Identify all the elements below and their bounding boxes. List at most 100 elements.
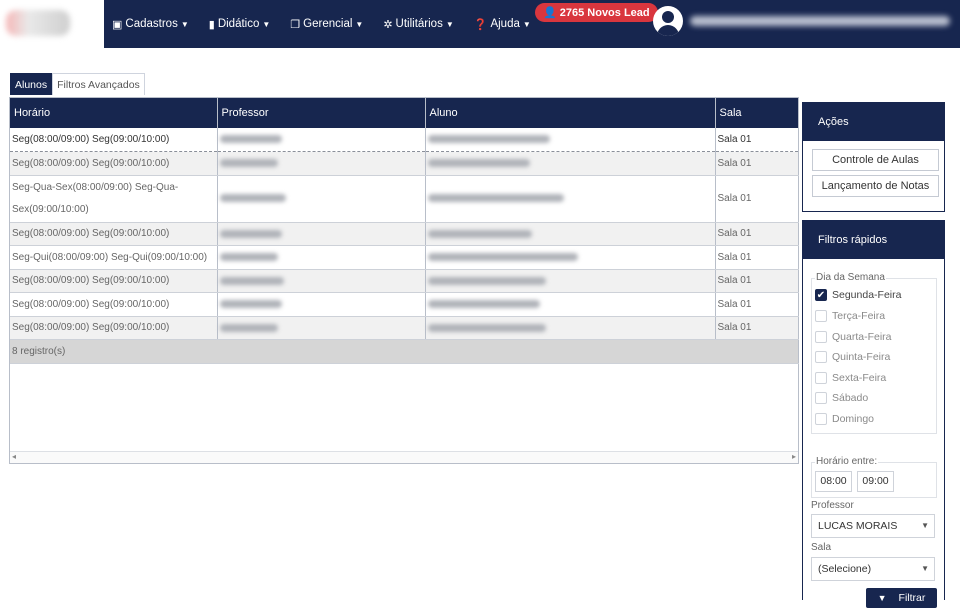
help-icon: ❓ xyxy=(473,18,488,31)
weekday-fieldset: Dia da Semana ✔ Segunda-Feira Terça-Feira… xyxy=(811,272,937,434)
cell-horario: Seg(08:00/09:00) Seg(09:00/10:00) xyxy=(10,269,218,293)
cell-aluno-redacted xyxy=(425,222,716,246)
cell-horario: Seg(08:00/09:00) Seg(09:00/10:00) xyxy=(10,292,218,317)
checkmark-icon: ✔ xyxy=(815,289,827,301)
checkbox-quinta[interactable]: Quinta-Feira xyxy=(815,351,890,363)
table-row[interactable]: Seg(08:00/09:00) Seg(09:00/10:00) Sala 0… xyxy=(10,269,799,293)
cell-horario: Seg-Qui(08:00/09:00) Seg-Qui(09:00/10:00… xyxy=(10,245,218,270)
cell-professor-redacted xyxy=(217,222,426,246)
scroll-left-icon[interactable]: ◂ xyxy=(12,452,16,461)
tab-filtros-avancados[interactable]: Filtros Avançados xyxy=(52,73,145,95)
weekday-legend: Dia da Semana xyxy=(815,272,886,283)
menu-utilitarios[interactable]: ✲ Utilitários ▼ xyxy=(383,18,453,31)
cell-aluno-redacted xyxy=(425,245,716,270)
menu-gerencial[interactable]: ❐ Gerencial ▼ xyxy=(290,18,363,31)
cell-horario: Seg(08:00/09:00) Seg(09:00/10:00) xyxy=(10,151,218,176)
cell-sala: Sala 01 xyxy=(715,128,799,152)
table-row[interactable]: Seg(08:00/09:00) Seg(09:00/10:00) Sala 0… xyxy=(10,316,799,340)
cell-sala: Sala 01 xyxy=(715,316,799,340)
wrench-icon: ✲ xyxy=(383,18,393,31)
book-icon: ▮ xyxy=(208,18,215,31)
students-grid: Horário Professor Aluno Sala Seg(08:00/0… xyxy=(9,97,799,464)
horizontal-scrollbar[interactable]: ◂ ▸ xyxy=(10,451,798,463)
cell-professor-redacted xyxy=(217,175,426,223)
cell-sala: Sala 01 xyxy=(715,292,799,317)
cell-aluno-redacted xyxy=(425,151,716,176)
professor-label: Professor xyxy=(811,500,854,511)
avatar[interactable] xyxy=(653,6,683,36)
cell-aluno-redacted xyxy=(425,175,716,223)
filter-icon: ▼ xyxy=(877,593,887,603)
table-row[interactable]: Seg-Qua-Sex(08:00/09:00) Seg-Qua-Sex(09:… xyxy=(10,175,799,223)
sala-select[interactable]: (Selecione) ▼ xyxy=(811,557,935,581)
logo[interactable] xyxy=(0,0,104,48)
cell-aluno-redacted xyxy=(425,316,716,340)
copy-icon: ❐ xyxy=(290,18,301,31)
professor-select[interactable]: LUCAS MORAIS ▼ xyxy=(811,514,935,538)
tab-bar: Alunos Filtros Avançados xyxy=(10,73,145,95)
checkbox-terca[interactable]: Terça-Feira xyxy=(815,310,885,322)
cell-professor-redacted xyxy=(217,292,426,317)
scroll-right-icon[interactable]: ▸ xyxy=(792,452,796,461)
time-range-legend: Horário entre: xyxy=(815,456,879,467)
table-row[interactable]: Seg(08:00/09:00) Seg(09:00/10:00) Sala 0… xyxy=(10,222,799,246)
logo-image xyxy=(6,10,70,36)
checkbox-sexta[interactable]: Sexta-Feira xyxy=(815,372,886,384)
table-row[interactable]: Seg(08:00/09:00) Seg(09:00/10:00) Sala 0… xyxy=(10,151,799,176)
checkbox-segunda[interactable]: ✔ Segunda-Feira xyxy=(815,289,901,301)
column-header-aluno[interactable]: Aluno xyxy=(425,98,716,128)
cell-professor-redacted xyxy=(217,151,426,176)
actions-panel-title: Ações xyxy=(803,103,944,141)
cell-horario: Seg(08:00/09:00) Seg(09:00/10:00) xyxy=(10,316,218,340)
start-time-input[interactable]: 08:00 xyxy=(815,471,852,492)
checkbox-quarta[interactable]: Quarta-Feira xyxy=(815,331,892,343)
cell-sala: Sala 01 xyxy=(715,245,799,270)
checkbox-sabado[interactable]: Sábado xyxy=(815,392,868,404)
cell-sala: Sala 01 xyxy=(715,151,799,176)
record-count: 8 registro(s) xyxy=(10,339,799,364)
checkbox-domingo[interactable]: Domingo xyxy=(815,413,874,425)
table-row[interactable]: Seg-Qui(08:00/09:00) Seg-Qui(09:00/10:00… xyxy=(10,245,799,270)
actions-panel: Ações Controle de Aulas Lançamento de No… xyxy=(802,102,945,212)
tab-alunos[interactable]: Alunos xyxy=(10,73,53,95)
cell-professor-redacted xyxy=(217,269,426,293)
caret-down-icon: ▼ xyxy=(445,19,454,29)
filter-button[interactable]: ▼ Filtrar xyxy=(866,588,937,608)
grid-footer: 8 registro(s) xyxy=(10,339,799,364)
main-menu: ▣ Cadastros ▼ ▮ Didático ▼ ❐ Gerencial ▼ ✲ Util… xyxy=(112,0,551,48)
cell-sala: Sala 01 xyxy=(715,269,799,293)
cell-sala: Sala 01 xyxy=(715,222,799,246)
quick-filters-title: Filtros rápidos xyxy=(803,221,944,259)
cell-aluno-redacted xyxy=(425,128,716,152)
cell-aluno-redacted xyxy=(425,292,716,317)
quick-filters-panel: Filtros rápidos Dia da Semana ✔ Segunda-F… xyxy=(802,220,945,608)
cell-sala: Sala 01 xyxy=(715,175,799,223)
top-navbar: ▣ Cadastros ▼ ▮ Didático ▼ ❐ Gerencial ▼ ✲ Util… xyxy=(0,0,960,48)
table-row[interactable]: Seg(08:00/09:00) Seg(09:00/10:00) Sala 0… xyxy=(10,292,799,317)
menu-ajuda[interactable]: ❓ Ajuda ▼ xyxy=(474,18,531,31)
menu-didatico[interactable]: ▮ Didático ▼ xyxy=(209,18,271,31)
time-range-fieldset: Horário entre: 08:00 09:00 xyxy=(811,456,937,498)
grid-header: Horário Professor Aluno Sala xyxy=(10,98,799,128)
caret-down-icon: ▼ xyxy=(522,19,531,29)
sala-label: Sala xyxy=(811,542,832,553)
caret-down-icon: ▼ xyxy=(355,19,364,29)
caret-down-icon: ▼ xyxy=(262,19,271,29)
column-header-horario[interactable]: Horário xyxy=(10,98,218,128)
lancamento-notas-button[interactable]: Lançamento de Notas xyxy=(812,175,939,197)
cell-professor-redacted xyxy=(217,128,426,152)
table-row[interactable]: Seg(08:00/09:00) Seg(09:00/10:00) Sala 0… xyxy=(10,128,799,152)
card-icon: ▣ xyxy=(112,18,123,31)
cell-horario: Seg(08:00/09:00) Seg(09:00/10:00) xyxy=(10,128,218,152)
chevron-down-icon: ▼ xyxy=(921,564,929,573)
cell-horario: Seg-Qua-Sex(08:00/09:00) Seg-Qua-Sex(09:… xyxy=(10,175,218,223)
controle-aulas-button[interactable]: Controle de Aulas xyxy=(812,149,939,171)
end-time-input[interactable]: 09:00 xyxy=(857,471,894,492)
menu-cadastros[interactable]: ▣ Cadastros ▼ xyxy=(112,18,189,31)
column-header-professor[interactable]: Professor xyxy=(217,98,426,128)
new-leads-badge[interactable]: 👤 2765 Novos Lead xyxy=(535,3,658,22)
caret-down-icon: ▼ xyxy=(180,19,189,29)
user-name-redacted[interactable] xyxy=(690,16,950,26)
chevron-down-icon: ▼ xyxy=(921,521,929,530)
column-header-sala[interactable]: Sala xyxy=(715,98,799,128)
